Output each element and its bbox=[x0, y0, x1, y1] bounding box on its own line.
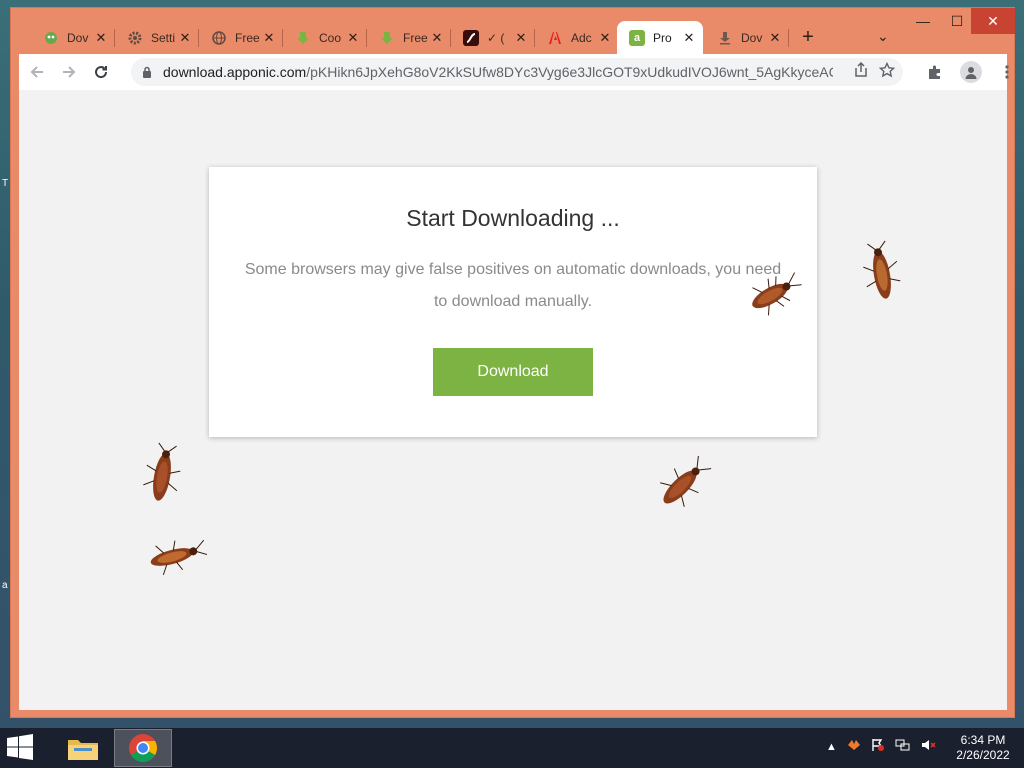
browser-window: Dov ✕ Setti ✕ Free ✕ Coo ✕ Free ✕ ✓ (✕ … bbox=[10, 7, 1015, 718]
clock-date: 2/26/2022 bbox=[956, 748, 1010, 762]
bookmark-star-icon[interactable] bbox=[878, 61, 896, 82]
back-arrow-icon bbox=[30, 66, 43, 78]
browser-toolbar: download.apponic.com/pKHikn6JpXehG8oV2Kk… bbox=[19, 54, 1009, 90]
download-icon bbox=[717, 30, 733, 46]
download-button[interactable]: Download bbox=[433, 348, 593, 396]
chrome-icon bbox=[129, 734, 157, 762]
reload-icon bbox=[95, 66, 108, 79]
avatar bbox=[960, 61, 982, 83]
windows-logo-icon bbox=[7, 734, 33, 760]
tab-strip: Dov ✕ Setti ✕ Free ✕ Coo ✕ Free ✕ ✓ (✕ … bbox=[11, 8, 1015, 54]
share-icon[interactable] bbox=[853, 61, 869, 82]
lock-icon bbox=[143, 66, 151, 78]
tab-8[interactable]: Dov ✕ bbox=[705, 21, 789, 54]
tab-label: Free bbox=[235, 30, 260, 45]
cockroach-image bbox=[660, 455, 712, 507]
close-tab-icon[interactable]: ✕ bbox=[261, 30, 277, 46]
adobe-icon bbox=[547, 30, 563, 46]
close-tab-icon[interactable]: ✕ bbox=[345, 30, 361, 46]
menu-kebab-icon[interactable] bbox=[991, 56, 1023, 88]
new-tab-button[interactable]: + bbox=[797, 26, 819, 49]
forward-arrow-icon bbox=[63, 66, 76, 78]
cockroach-image bbox=[752, 272, 802, 316]
tab-4[interactable]: Free ✕ bbox=[367, 21, 451, 54]
close-tab-icon[interactable]: ✕ bbox=[681, 30, 697, 46]
desktop-label-fragment: T bbox=[2, 178, 9, 189]
close-window-button[interactable]: ✕ bbox=[971, 8, 1015, 34]
tab-7-active[interactable]: a Pro ✕ bbox=[617, 21, 703, 54]
tab-search-chevron-icon[interactable]: ⌄ bbox=[877, 28, 889, 45]
close-tab-icon[interactable]: ✕ bbox=[513, 30, 529, 46]
minimize-button[interactable]: — bbox=[906, 8, 940, 34]
back-button[interactable] bbox=[21, 56, 53, 88]
tab-3[interactable]: Coo ✕ bbox=[283, 21, 367, 54]
url-host: download.apponic.com bbox=[163, 64, 307, 80]
download-arrow-icon bbox=[379, 30, 395, 46]
download-card: Start Downloading ... Some browsers may … bbox=[209, 167, 817, 437]
tab-6[interactable]: Adc ✕ bbox=[535, 21, 619, 54]
apponic-icon: a bbox=[629, 29, 645, 46]
adobe-flash-icon bbox=[463, 29, 479, 46]
forward-button[interactable] bbox=[53, 56, 85, 88]
gear-icon bbox=[127, 30, 143, 46]
start-button[interactable] bbox=[6, 734, 40, 764]
close-tab-icon[interactable]: ✕ bbox=[93, 30, 109, 46]
tab-2[interactable]: Free ✕ bbox=[199, 21, 283, 54]
taskbar: ▲ 6:34 PM 2/26/2022 bbox=[0, 728, 1024, 768]
tab-separator bbox=[788, 29, 789, 47]
network-icon[interactable] bbox=[895, 738, 911, 755]
url-path: /pKHikn6JpXehG8oV2KkSUfw8DYc3Vyg6e3JlcGO… bbox=[306, 64, 833, 80]
close-tab-icon[interactable]: ✕ bbox=[597, 30, 613, 46]
reload-button[interactable] bbox=[85, 56, 117, 88]
chrome-taskbar-button[interactable] bbox=[114, 729, 172, 767]
tray-app-icon[interactable] bbox=[847, 739, 861, 754]
clock-time: 6:34 PM bbox=[960, 733, 1006, 747]
system-tray: ▲ bbox=[826, 738, 937, 755]
globe-icon bbox=[211, 30, 227, 46]
page-title: Start Downloading ... bbox=[406, 205, 620, 231]
tab-label: Coo bbox=[319, 30, 342, 45]
close-tab-icon[interactable]: ✕ bbox=[767, 30, 783, 46]
folder-icon bbox=[68, 740, 98, 760]
shield-icon bbox=[43, 30, 59, 46]
tab-label: Dov bbox=[67, 30, 89, 45]
cockroach-image bbox=[863, 240, 901, 299]
download-arrow-icon bbox=[295, 30, 311, 46]
page-viewport: Start Downloading ... Some browsers may … bbox=[19, 90, 1007, 710]
profile-button[interactable] bbox=[955, 56, 987, 88]
url-text: download.apponic.com/pKHikn6JpXehG8oV2Kk… bbox=[163, 64, 833, 80]
tab-label: Adc bbox=[571, 30, 592, 45]
tab-5[interactable]: ✓ ( ✕ bbox=[451, 21, 535, 54]
taskbar-clock[interactable]: 6:34 PM 2/26/2022 bbox=[948, 733, 1018, 763]
show-hidden-icons-chevron-icon[interactable]: ▲ bbox=[826, 741, 837, 753]
download-message: Some browsers may give false positives o… bbox=[244, 261, 782, 310]
tab-label: Dov bbox=[741, 30, 763, 45]
cockroach-image bbox=[143, 442, 181, 501]
tab-label: Pro bbox=[653, 30, 672, 45]
desktop-label-fragment: a bbox=[2, 580, 8, 591]
maximize-button[interactable]: ☐ bbox=[940, 8, 974, 34]
file-explorer-taskbar-button[interactable] bbox=[54, 729, 112, 767]
action-center-flag-icon[interactable] bbox=[871, 738, 885, 755]
volume-muted-icon[interactable] bbox=[921, 738, 937, 755]
cockroach-image bbox=[150, 539, 207, 576]
tab-label: ✓ ( bbox=[487, 30, 505, 45]
address-bar[interactable]: download.apponic.com/pKHikn6JpXehG8oV2Kk… bbox=[131, 58, 903, 86]
close-tab-icon[interactable]: ✕ bbox=[429, 30, 445, 46]
tab-label: Free bbox=[403, 30, 428, 45]
extensions-puzzle-icon[interactable] bbox=[919, 56, 951, 88]
tab-label: Setti bbox=[151, 30, 176, 45]
tab-1[interactable]: Setti ✕ bbox=[115, 21, 199, 54]
tab-0[interactable]: Dov ✕ bbox=[31, 21, 115, 54]
close-tab-icon[interactable]: ✕ bbox=[177, 30, 193, 46]
